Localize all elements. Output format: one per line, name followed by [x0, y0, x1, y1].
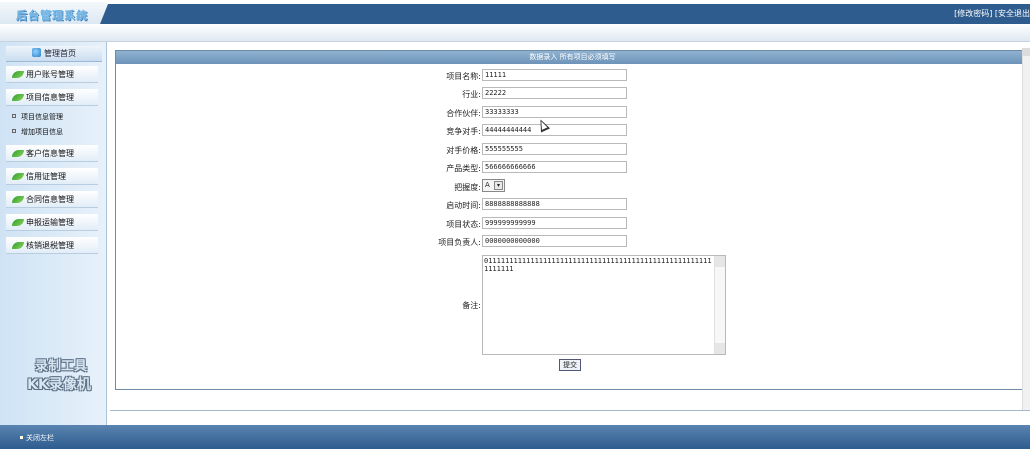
change-password-link[interactable]: [修改密码]	[954, 9, 992, 18]
submenu-label: 项目信息管理	[21, 113, 63, 121]
leaf-icon	[12, 94, 24, 101]
logo: 后台管理系统	[0, 2, 108, 24]
submenu-label: 增加项目信息	[21, 128, 63, 136]
field-row-industry: 行业: 22222	[116, 86, 1030, 104]
start-time-input[interactable]: 8888888888888	[482, 198, 627, 210]
page-scrollbar[interactable]	[1022, 48, 1030, 410]
sidebar: 管理首页 用户账号管理 项目信息管理 项目信息管理 增加项目信息 客户信息管理 …	[0, 42, 107, 425]
sidebar-item-label: 客户信息管理	[26, 149, 74, 158]
footer-bar: 关闭左栏	[0, 425, 1030, 449]
field-row-competitor: 竞争对手: 44444444444	[116, 123, 1030, 141]
close-sidebar-button[interactable]: 关闭左栏	[20, 433, 54, 443]
field-label: 把握度:	[454, 183, 481, 192]
sidebar-item-label: 用户账号管理	[26, 70, 74, 79]
sidebar-item-projects[interactable]: 项目信息管理	[6, 89, 98, 106]
bullet-icon	[12, 114, 16, 118]
product-type-input[interactable]: 566666666666	[482, 161, 627, 173]
project-lead-input[interactable]: 0000000000000	[482, 235, 627, 247]
field-label: 项目负责人:	[438, 238, 481, 247]
top-links: [修改密码] [安全退出	[954, 8, 1030, 19]
field-row-competitor-price: 对手价格: 555555555	[116, 142, 1030, 160]
submenu-add-project[interactable]: 增加项目信息	[12, 127, 63, 137]
main-panel: 数据录入 所有项目必须填写 项目名称: 11111 行业: 22222 合作伙伴…	[115, 50, 1030, 390]
field-row-confidence: 把握度: A ▾	[116, 179, 1030, 197]
field-label: 行业:	[462, 90, 481, 99]
field-label: 项目状态:	[446, 220, 481, 229]
sidebar-home[interactable]: 管理首页	[6, 46, 102, 62]
bullet-icon	[12, 129, 16, 133]
sidebar-item-label: 信用证管理	[26, 172, 66, 181]
submenu-project-info[interactable]: 项目信息管理	[12, 112, 63, 122]
logo-text: 后台管理系统	[16, 9, 88, 22]
textarea-scrollbar[interactable]	[714, 256, 725, 354]
sidebar-home-label: 管理首页	[44, 49, 76, 58]
logout-link[interactable]: [安全退出	[995, 9, 1030, 18]
field-row-partner: 合作伙伴: 33333333	[116, 105, 1030, 123]
scroll-down-icon[interactable]	[715, 343, 725, 354]
remark-label: 备注:	[462, 301, 481, 310]
sidebar-item-shipping[interactable]: 申报运输管理	[6, 214, 98, 231]
field-row-project-status: 项目状态: 999999999999	[116, 216, 1030, 234]
leaf-icon	[12, 150, 24, 157]
field-row-product-type: 产品类型: 566666666666	[116, 160, 1030, 178]
sidebar-item-customers[interactable]: 客户信息管理	[6, 145, 98, 162]
project-name-input[interactable]: 11111	[482, 69, 627, 81]
submit-button[interactable]: 提交	[559, 359, 581, 371]
field-row-project-name: 项目名称: 11111	[116, 68, 1030, 86]
sidebar-item-label: 合同信息管理	[26, 195, 74, 204]
leaf-icon	[12, 242, 24, 249]
field-label: 启动时间:	[446, 201, 481, 210]
content-bottom-area	[110, 392, 1022, 410]
confidence-select[interactable]: A ▾	[482, 179, 505, 192]
scroll-up-icon[interactable]	[1022, 48, 1030, 56]
field-label: 对手价格:	[446, 146, 481, 155]
field-row-project-lead: 项目负责人: 0000000000000	[116, 234, 1030, 252]
header-band	[100, 4, 1030, 24]
sidebar-item-contracts[interactable]: 合同信息管理	[6, 191, 98, 208]
field-row-start-time: 启动时间: 8888888888888	[116, 197, 1030, 215]
bullet-icon	[20, 436, 23, 439]
field-label: 竞争对手:	[446, 127, 481, 136]
chevron-down-icon[interactable]: ▾	[494, 181, 503, 190]
close-sidebar-label: 关闭左栏	[26, 434, 54, 442]
project-status-input[interactable]: 999999999999	[482, 217, 627, 229]
sidebar-item-user-accounts[interactable]: 用户账号管理	[6, 66, 98, 83]
industry-input[interactable]: 22222	[482, 87, 627, 99]
sidebar-item-label: 核销退税管理	[26, 241, 74, 250]
remark-text: 0111111111111111111111111111111111111111…	[484, 257, 712, 273]
home-icon	[32, 48, 41, 57]
field-label: 产品类型:	[446, 164, 481, 173]
divider	[110, 410, 1030, 411]
leaf-icon	[12, 219, 24, 226]
form-title: 数据录入 所有项目必须填写	[116, 51, 1029, 64]
watermark-line2: KK录像机	[27, 377, 91, 393]
competitor-input[interactable]: 44444444444	[482, 124, 627, 136]
scroll-up-icon[interactable]	[715, 256, 725, 267]
competitor-price-input[interactable]: 555555555	[482, 143, 627, 155]
sidebar-item-label: 申报运输管理	[26, 218, 74, 227]
confidence-value: A	[485, 181, 490, 189]
field-label: 项目名称:	[446, 72, 481, 81]
sidebar-item-label: 项目信息管理	[26, 93, 74, 102]
leaf-icon	[12, 196, 24, 203]
partner-input[interactable]: 33333333	[482, 106, 627, 118]
leaf-icon	[12, 71, 24, 78]
sidebar-item-tax-refund[interactable]: 核销退税管理	[6, 237, 98, 254]
watermark-line1: 录制工具	[34, 359, 87, 374]
leaf-icon	[12, 173, 24, 180]
header-subbar	[0, 24, 1030, 42]
remark-textarea[interactable]: 0111111111111111111111111111111111111111…	[482, 255, 726, 355]
field-label: 合作伙伴:	[446, 109, 481, 118]
sidebar-item-letter-of-credit[interactable]: 信用证管理	[6, 168, 98, 185]
